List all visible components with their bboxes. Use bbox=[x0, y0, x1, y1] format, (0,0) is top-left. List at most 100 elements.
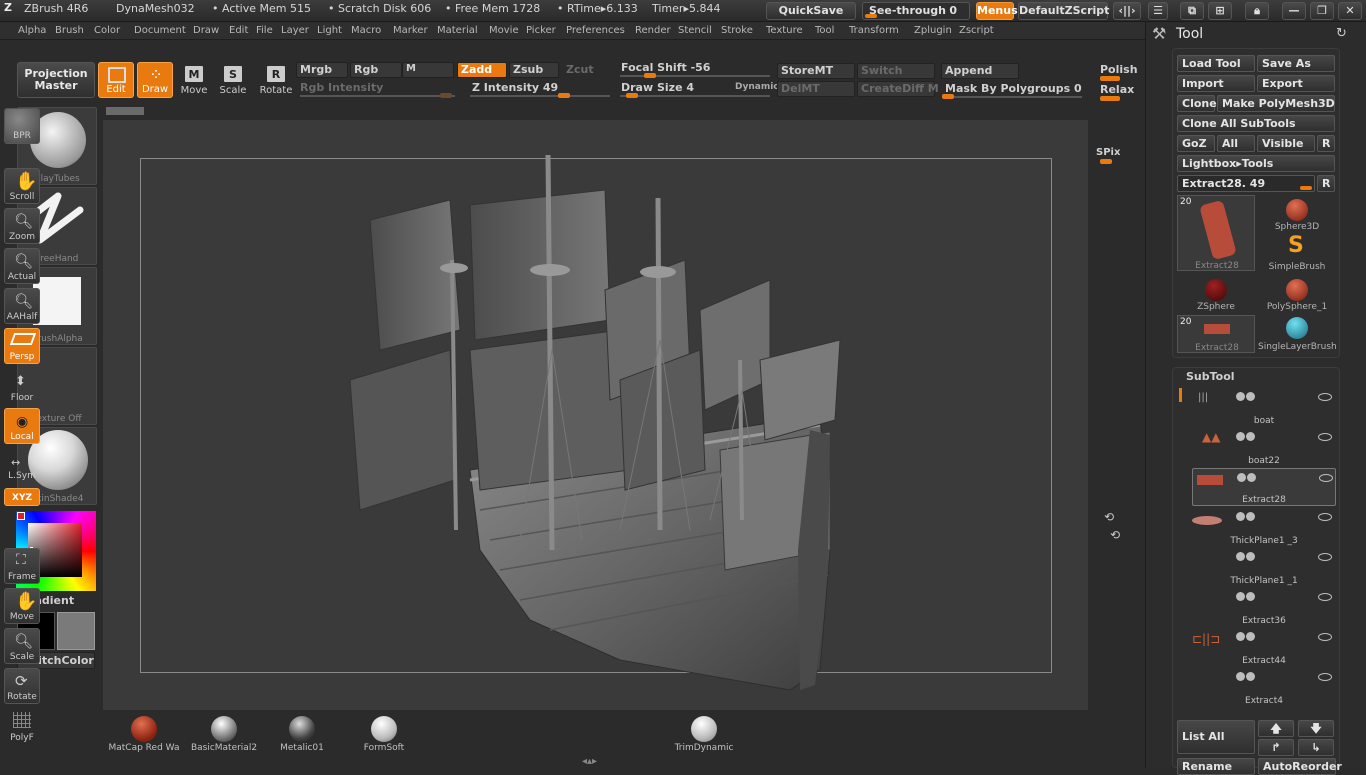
tool-thumb-extract28[interactable]: 20 Extract28 bbox=[1177, 195, 1255, 271]
subtool-row-extract4[interactable]: Extract4 bbox=[1192, 668, 1336, 706]
color-hue-marker[interactable] bbox=[17, 512, 25, 520]
subtool-dot-13[interactable] bbox=[1236, 632, 1245, 641]
all-button[interactable]: All bbox=[1217, 135, 1255, 152]
subtool-dot-12[interactable] bbox=[1246, 592, 1255, 601]
eye-icon[interactable] bbox=[1318, 393, 1332, 401]
menu-texture[interactable]: Texture bbox=[766, 25, 803, 36]
menu-zplugin[interactable]: Zplugin bbox=[914, 25, 952, 36]
frame-button[interactable]: ⛶ Frame bbox=[4, 548, 40, 584]
xyz-button[interactable]: XYZ bbox=[4, 488, 40, 506]
load-tool-button[interactable]: Load Tool bbox=[1177, 55, 1255, 72]
polish-label[interactable]: Polish bbox=[1100, 63, 1138, 76]
lsym-button[interactable]: ↔ L.Sym bbox=[4, 456, 40, 482]
goz-r-button[interactable]: R bbox=[1317, 135, 1335, 152]
spix-knob[interactable] bbox=[1100, 159, 1112, 164]
see-through-slider[interactable]: See-through 0 bbox=[862, 2, 970, 20]
subtool-row-extract28-selected[interactable]: Extract28 bbox=[1192, 468, 1336, 506]
clone-all-subtools-button[interactable]: Clone All SubTools bbox=[1177, 115, 1335, 132]
tool-thumb-singlelayerbrush[interactable]: SingleLayerBrush bbox=[1258, 315, 1337, 353]
lock-icon[interactable]: 🔒︎ bbox=[1245, 2, 1269, 20]
ship-model[interactable] bbox=[320, 150, 860, 695]
polish-knob[interactable] bbox=[1100, 76, 1120, 81]
down-arrow-icon[interactable]: 🡇 bbox=[1298, 720, 1334, 737]
current-tool-knob[interactable] bbox=[1300, 186, 1312, 190]
list-all-button[interactable]: List All bbox=[1177, 720, 1255, 754]
menu-alpha[interactable]: Alpha bbox=[18, 25, 46, 36]
subtool-row-extract44[interactable]: ⊏||⊐ Extract44 bbox=[1192, 628, 1336, 666]
move-view-button[interactable]: ✋ Move bbox=[4, 588, 40, 624]
bottom-arrows-icon[interactable]: ◂▴▸ bbox=[582, 756, 597, 767]
autoreorder-button[interactable]: AutoReorder bbox=[1258, 758, 1342, 775]
menu-file[interactable]: File bbox=[256, 25, 273, 36]
subtool-row-thickplane1[interactable]: ThickPlane1 _1 bbox=[1192, 548, 1336, 586]
menu-brush[interactable]: Brush bbox=[55, 25, 84, 36]
subtool-dot-15[interactable] bbox=[1236, 672, 1245, 681]
dynamic-button[interactable]: Dynamic bbox=[735, 82, 779, 92]
defaultzscript-button[interactable]: DefaultZScript bbox=[1018, 2, 1109, 20]
material-matcap-red[interactable]: MatCap Red Wa bbox=[104, 714, 184, 754]
menu-transform[interactable]: Transform bbox=[849, 25, 899, 36]
layout-icon[interactable]: ⧉ bbox=[1180, 2, 1204, 20]
draw-size-slider[interactable] bbox=[620, 95, 770, 97]
eye-icon[interactable] bbox=[1319, 474, 1333, 482]
material-basic2[interactable]: BasicMaterial2 bbox=[184, 714, 264, 754]
tool-thumb-sphere3d[interactable]: Sphere3D bbox=[1258, 197, 1336, 233]
scale-view-button[interactable]: 🔍︎ Scale bbox=[4, 628, 40, 664]
subtool-dot-9[interactable] bbox=[1236, 552, 1245, 561]
current-tool-slider[interactable]: Extract28. 49 bbox=[1177, 175, 1315, 192]
canvas-tab[interactable] bbox=[106, 107, 144, 115]
menu-marker[interactable]: Marker bbox=[393, 25, 428, 36]
tool-thumb-polysphere[interactable]: PolySphere_1 bbox=[1258, 275, 1336, 312]
subtool-row-boat[interactable]: ||| boat bbox=[1192, 388, 1336, 426]
menu-light[interactable]: Light bbox=[317, 25, 342, 36]
subtool-dot-10[interactable] bbox=[1246, 552, 1255, 561]
subtool-scrollbar[interactable] bbox=[1179, 388, 1182, 402]
close-icon[interactable]: ✕ bbox=[1338, 2, 1362, 20]
clone-button[interactable]: Clone bbox=[1177, 95, 1217, 112]
subtool-row-thickplane3[interactable]: ThickPlane1 _3 bbox=[1192, 508, 1336, 546]
edit-button[interactable]: Edit bbox=[98, 62, 134, 98]
menu-picker[interactable]: Picker bbox=[526, 25, 556, 36]
menu-macro[interactable]: Macro bbox=[351, 25, 381, 36]
eye-icon[interactable] bbox=[1318, 513, 1332, 521]
z-intensity-slider[interactable] bbox=[470, 95, 610, 97]
subtool-dot-2[interactable] bbox=[1246, 392, 1255, 401]
subtool-title[interactable]: SubTool bbox=[1186, 370, 1235, 383]
up-arrow-icon[interactable]: 🡅 bbox=[1258, 720, 1294, 737]
goz-button[interactable]: GoZ bbox=[1177, 135, 1215, 152]
subtool-row-extract36[interactable]: Extract36 bbox=[1192, 588, 1336, 626]
save-as-button[interactable]: Save As bbox=[1257, 55, 1335, 72]
subtool-dot-16[interactable] bbox=[1246, 672, 1255, 681]
floor-button[interactable]: ⬍ Floor bbox=[4, 368, 40, 404]
eye-icon[interactable] bbox=[1318, 633, 1332, 641]
menu-draw[interactable]: Draw bbox=[193, 25, 219, 36]
tool-thumb-simplebrush[interactable]: S SimpleBrush bbox=[1258, 233, 1336, 272]
local-button[interactable]: ◉ Local bbox=[4, 408, 40, 444]
z-intensity-knob[interactable] bbox=[558, 93, 570, 98]
import-button[interactable]: Import bbox=[1177, 75, 1255, 92]
rename-button[interactable]: Rename bbox=[1177, 758, 1255, 775]
subtool-dot-3[interactable] bbox=[1236, 432, 1245, 441]
menu-movie[interactable]: Movie bbox=[489, 25, 519, 36]
rgb-intensity-slider[interactable] bbox=[300, 95, 455, 97]
rotate-button[interactable]: R Rotate bbox=[258, 62, 294, 98]
scroll-arrows-icon[interactable]: ‹||› bbox=[1113, 2, 1141, 20]
aahalf-button[interactable]: 🔍︎ AAHalf bbox=[4, 288, 40, 324]
menu-preferences[interactable]: Preferences bbox=[566, 25, 625, 36]
menu-layer[interactable]: Layer bbox=[281, 25, 309, 36]
current-tool-r-button[interactable]: R bbox=[1317, 175, 1335, 192]
menu-tool[interactable]: Tool bbox=[815, 25, 834, 36]
menu-stencil[interactable]: Stencil bbox=[678, 25, 712, 36]
mask-by-polygroups-slider[interactable] bbox=[942, 96, 1082, 98]
menu-material[interactable]: Material bbox=[437, 25, 478, 36]
quicksave-button[interactable]: QuickSave bbox=[766, 2, 856, 20]
eye-icon[interactable] bbox=[1318, 553, 1332, 561]
visible-button[interactable]: Visible bbox=[1257, 135, 1315, 152]
draw-size-knob[interactable] bbox=[626, 93, 638, 98]
minimize-icon[interactable]: — bbox=[1282, 2, 1306, 20]
move-up-icon[interactable]: ↱ bbox=[1258, 739, 1294, 756]
subtool-dot-7[interactable] bbox=[1236, 512, 1245, 521]
actual-button[interactable]: 🔍︎ Actual bbox=[4, 248, 40, 284]
tool-thumb-zsphere[interactable]: ZSphere bbox=[1177, 275, 1255, 312]
see-through-knob[interactable] bbox=[865, 14, 877, 18]
